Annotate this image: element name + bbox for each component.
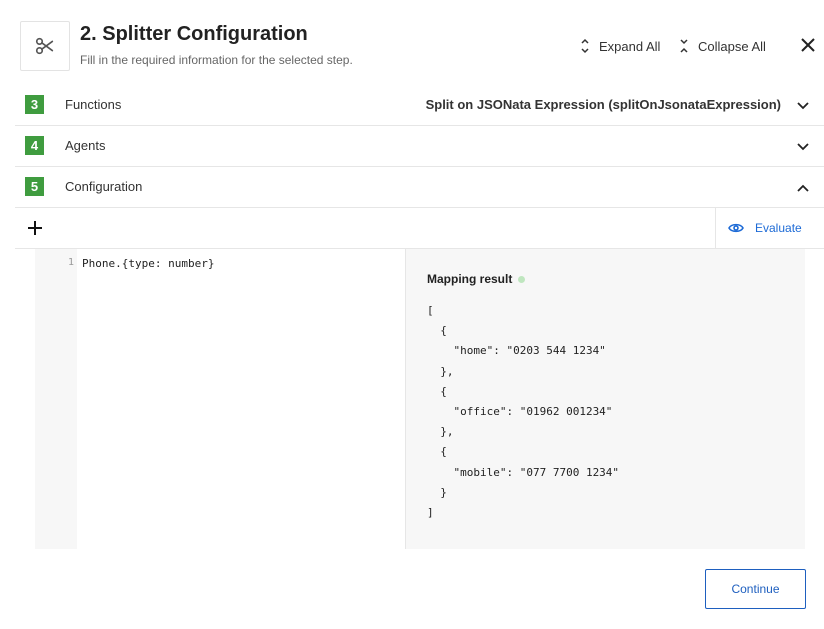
mapping-result-title: Mapping result — [427, 272, 513, 286]
close-icon[interactable] — [799, 36, 817, 54]
step-label: Functions — [65, 97, 122, 112]
chevron-down-icon[interactable] — [796, 99, 810, 113]
mapping-result-header: Mapping result — [427, 272, 526, 286]
page-title: 2. Splitter Configuration — [80, 23, 308, 45]
step-number-badge: 3 — [25, 95, 44, 114]
expand-all-button[interactable]: Expand All — [580, 36, 660, 56]
step-row-configuration[interactable]: 5 Configuration — [15, 167, 824, 208]
expression-code[interactable]: Phone.{type: number} — [82, 257, 214, 270]
editor-gutter: 1 — [35, 249, 77, 549]
step-number-badge: 5 — [25, 177, 44, 196]
step-selected-value: Split on JSONata Expression (splitOnJson… — [425, 97, 781, 112]
page-subtitle: Fill in the required information for the… — [80, 53, 353, 67]
dialog-header: 2. Splitter Configuration Fill in the re… — [0, 0, 824, 90]
evaluate-button[interactable]: Evaluate — [715, 208, 824, 248]
step-number-badge: 4 — [25, 136, 44, 155]
scissors-icon — [35, 37, 54, 55]
step-row-functions[interactable]: 3 Functions Split on JSONata Expression … — [15, 85, 824, 126]
step-label: Agents — [65, 138, 106, 153]
line-number: 1 — [67, 257, 74, 268]
expand-all-label: Expand All — [599, 38, 661, 54]
status-dot — [518, 275, 526, 283]
collapse-all-button[interactable]: Collapse All — [679, 36, 766, 56]
chevron-up-icon[interactable] — [796, 181, 810, 195]
step-row-agents[interactable]: 4 Agents — [15, 126, 824, 167]
collapse-icon — [680, 39, 688, 53]
mapping-result-output: [ { "home": "0203 544 1234" }, { "office… — [427, 304, 620, 520]
step-icon-box — [20, 21, 70, 71]
collapse-all-label: Collapse All — [698, 38, 766, 54]
continue-button[interactable]: Continue — [705, 569, 806, 609]
evaluate-label: Evaluate — [755, 221, 802, 235]
plus-icon[interactable] — [26, 219, 44, 237]
expression-editor[interactable]: 1 Phone.{type: number} — [35, 249, 405, 549]
eye-icon — [728, 223, 744, 233]
chevron-down-icon[interactable] — [796, 140, 810, 154]
step-label: Configuration — [65, 179, 143, 194]
mapping-result-panel: Mapping result [ { "home": "0203 544 123… — [405, 249, 805, 549]
expand-icon — [581, 38, 589, 54]
editor-toolbar: Evaluate — [15, 208, 824, 249]
